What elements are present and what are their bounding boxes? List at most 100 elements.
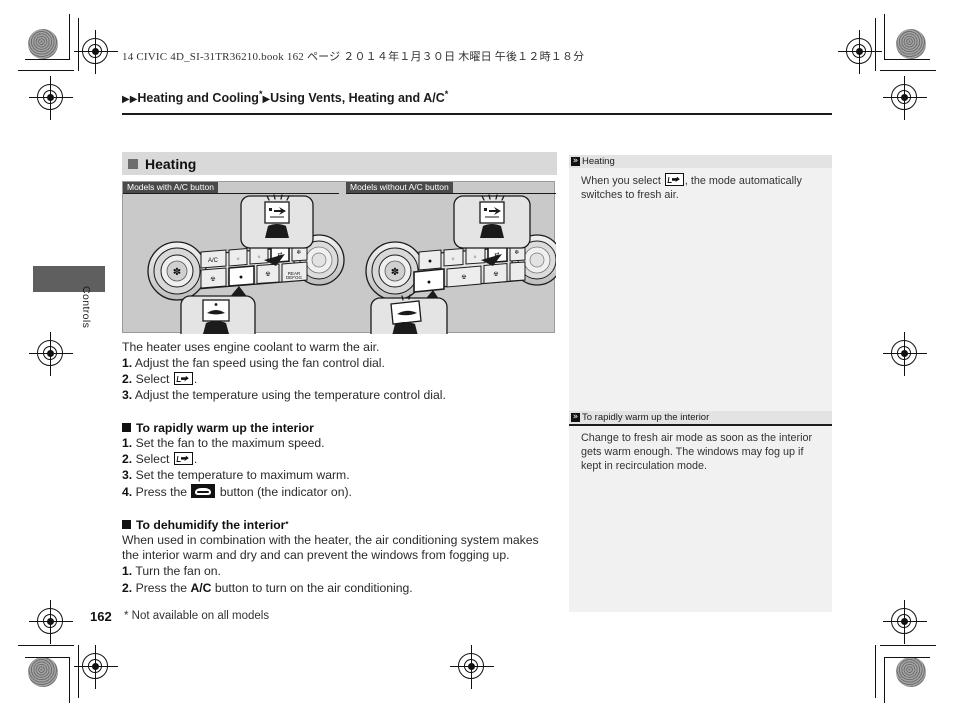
registration-mark: [29, 600, 73, 644]
list-item: 1. Adjust the fan speed using the fan co…: [122, 356, 557, 372]
registration-mark: [883, 332, 927, 376]
subsection-heading-dehumidify: To dehumidify the interior *: [122, 518, 557, 532]
registration-mark: [29, 332, 73, 376]
header-rule: [122, 113, 832, 115]
halftone-dot-bottom-left: [28, 657, 58, 687]
climate-control-figure: Models with A/C button Models without A/…: [122, 181, 556, 334]
breadcrumb-level-2[interactable]: Using Vents, Heating and A/C: [270, 91, 445, 105]
note-spacer: [569, 208, 832, 412]
subsection-heading-rapid-warm: To rapidly warm up the interior: [122, 421, 557, 435]
crop-mark: [884, 657, 885, 703]
crop-mark: [25, 657, 70, 658]
crop-mark: [69, 14, 70, 60]
dehumidify-paragraph: When used in combination with the heater…: [122, 532, 539, 563]
crop-mark: [880, 645, 936, 646]
crop-mark: [884, 14, 885, 60]
breadcrumb-arrow-icon: ▶: [122, 94, 130, 106]
callout-fresh-air-icon: [264, 194, 290, 238]
crop-mark: [18, 645, 74, 646]
figure-caption-left: Models with A/C button: [123, 182, 218, 193]
step-number: 3.: [122, 388, 133, 403]
halftone-dot-top-right: [896, 29, 926, 59]
page-footnote: * Not available on all models: [124, 610, 270, 622]
ac-button-label: A/C: [190, 580, 212, 595]
svg-text:❄: ❄: [296, 249, 301, 256]
subsection-asterisk: *: [285, 520, 289, 530]
registration-mark: [883, 600, 927, 644]
callout-mode-button-icon: [202, 299, 230, 334]
svg-text:☼: ☼: [451, 256, 456, 262]
halftone-dot-top-left: [28, 29, 58, 59]
step-text-end: button to turn on the air conditioning.: [211, 580, 413, 595]
halftone-dot-bottom-right: [896, 657, 926, 687]
fresh-air-icon: [173, 372, 193, 386]
crop-mark: [25, 59, 70, 60]
double-chevron-icon: »: [571, 412, 580, 423]
note-rapid-warm: » To rapidly warm up the interior Change…: [569, 411, 832, 612]
note-title: Heating: [582, 156, 615, 167]
crop-mark: [875, 645, 876, 698]
crop-mark: [78, 18, 79, 71]
svg-text:☢: ☢: [461, 274, 466, 281]
svg-text:A/C: A/C: [208, 258, 219, 264]
step-number: 1.: [122, 356, 133, 371]
step-text: Set the temperature to maximum warm.: [135, 468, 350, 483]
svg-text:DEFOG: DEFOG: [286, 275, 303, 280]
panel-with-ac: ✽ A/C ☼ ☼ ⇄ ❄ ☢ ● ☢ REAR DEFOG: [147, 194, 345, 334]
section-title: Heating: [145, 155, 197, 172]
svg-text:☼: ☼: [473, 254, 478, 260]
step-text: Adjust the temperature using the tempera…: [134, 388, 446, 403]
main-column: Heating Models with A/C button Models wi…: [122, 152, 557, 597]
page-number: 162: [90, 609, 112, 624]
step-number: 4.: [122, 485, 133, 500]
chapter-tab-block: [33, 266, 105, 292]
list-item: 2. Select .: [122, 451, 557, 468]
step-number: 2.: [122, 580, 133, 595]
figure-caption-right: Models without A/C button: [346, 182, 453, 193]
crop-mark: [18, 70, 74, 71]
subsection-bullet-icon: [122, 520, 131, 530]
crop-mark: [875, 18, 876, 71]
registration-mark: [838, 30, 882, 74]
step-number: 3.: [122, 468, 133, 483]
callout-fresh-air-icon: [479, 194, 505, 238]
chapter-tab-label: Controls: [80, 286, 92, 329]
heating-intro: The heater uses engine coolant to warm t…: [122, 340, 380, 354]
step-text: Press the: [135, 580, 191, 595]
step-text-end: button (the indicator on).: [216, 485, 352, 500]
svg-text:❄: ❄: [514, 249, 519, 256]
list-item: 3. Set the temperature to maximum warm.: [122, 468, 557, 484]
note-title: To rapidly warm up the interior: [582, 412, 710, 424]
step-text: Turn the fan on.: [135, 564, 221, 579]
registration-mark: [74, 30, 118, 74]
section-bullet-icon: [128, 158, 138, 169]
note-header: » To rapidly warm up the interior: [569, 411, 832, 425]
list-item: 2. Press the A/C button to turn on the a…: [122, 581, 557, 597]
registration-mark: [883, 76, 927, 120]
crop-mark: [69, 657, 70, 703]
subsection-title: To rapidly warm up the interior: [136, 420, 314, 435]
note-heating: » Heating When you select , the mode aut…: [569, 155, 832, 412]
crop-mark: [884, 657, 930, 658]
svg-text:●: ●: [239, 274, 243, 281]
list-item: 4. Press the button (the indicator on).: [122, 484, 557, 501]
panel-without-ac: ✽ ● ☼ ☼ ⇄ ❄ ● ☢ ☢: [365, 194, 556, 334]
breadcrumb-arrow-icon: ▶: [262, 94, 271, 106]
crop-mark: [78, 645, 79, 698]
fresh-air-icon: [173, 451, 193, 465]
svg-text:●: ●: [428, 258, 432, 265]
subsection-bullet-icon: [122, 423, 131, 433]
step-text: Select: [135, 372, 173, 387]
note-body: Change to fresh air mode as soon as the …: [581, 431, 813, 473]
crop-mark: [884, 59, 930, 60]
registration-mark: [450, 645, 494, 689]
fresh-air-icon: [664, 173, 684, 186]
svg-text:●: ●: [427, 279, 431, 286]
breadcrumb-level-1[interactable]: Heating and Cooling: [137, 91, 259, 105]
rapid-warm-instructions: 1. Set the fan to the maximum speed. 2. …: [122, 436, 557, 501]
note-spacer: [569, 479, 832, 612]
registration-mark: [74, 645, 118, 689]
crop-mark: [880, 70, 936, 71]
list-item: 2. Select .: [122, 372, 557, 388]
note-text: When you select: [581, 175, 664, 187]
